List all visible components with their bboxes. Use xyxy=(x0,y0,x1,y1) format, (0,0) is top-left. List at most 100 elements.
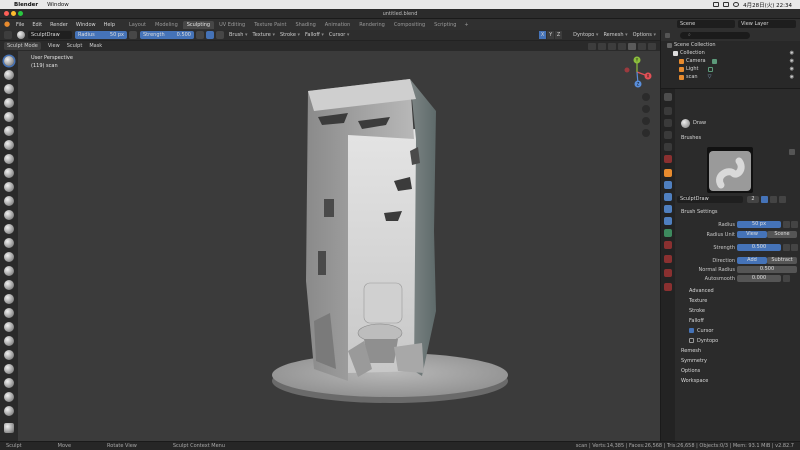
tab-layout[interactable]: Layout xyxy=(125,21,150,29)
tab-sculpting[interactable]: Sculpting xyxy=(182,20,215,29)
tool-lasso-mask-icon[interactable] xyxy=(4,378,14,388)
section-dyntopo[interactable]: Dyntopo xyxy=(697,338,718,344)
tool-inflate-icon[interactable] xyxy=(4,112,14,122)
tool-scrape-icon[interactable] xyxy=(4,196,14,206)
menu-view[interactable]: View xyxy=(48,43,60,49)
tool-slide-relax-icon[interactable] xyxy=(4,322,14,332)
brush-datablock-field[interactable]: SculptDraw xyxy=(677,196,743,203)
section-options[interactable]: Options xyxy=(681,368,700,374)
autosmooth-pressure-icon[interactable] xyxy=(783,275,790,282)
tab-uv-editing[interactable]: UV Editing xyxy=(215,21,249,29)
tab-rendering[interactable]: Rendering xyxy=(355,21,389,29)
tool-draw-icon[interactable] xyxy=(4,56,14,66)
radius-slider[interactable]: Radius 50 px xyxy=(75,31,127,39)
strength-slider[interactable]: Strength 0.500 xyxy=(140,31,194,39)
cursor-dropdown[interactable]: Cursor xyxy=(329,32,350,38)
outliner-row-light[interactable]: Light ◉ xyxy=(661,65,800,73)
3d-viewport[interactable]: User Perspective (119) scan Y X Z xyxy=(18,51,660,441)
prop-autosmooth-field[interactable]: 0.000 xyxy=(737,275,781,282)
subpanel-cursor[interactable]: Cursor xyxy=(697,328,713,334)
world-tab-icon[interactable] xyxy=(664,155,672,163)
section-symmetry[interactable]: Symmetry xyxy=(681,358,707,364)
object-tab-icon[interactable] xyxy=(664,169,672,177)
brush-settings-panel-header[interactable]: Brush Settings xyxy=(681,209,718,215)
stroke-dropdown[interactable]: Stroke xyxy=(280,32,300,38)
subpanel-falloff[interactable]: Falloff xyxy=(689,318,704,324)
strength-pressure-icon[interactable] xyxy=(196,31,204,39)
brush-texture-tab-icon[interactable] xyxy=(664,283,672,291)
tool-clay-strips-icon[interactable] xyxy=(4,84,14,94)
cursor-checkbox[interactable] xyxy=(689,328,694,333)
visibility-eye-icon[interactable]: ◉ xyxy=(790,66,794,72)
brush-preview[interactable] xyxy=(707,147,753,193)
radius-unit-view-button[interactable]: View xyxy=(737,231,767,238)
prop-strength-field[interactable]: 0.500 xyxy=(737,244,781,251)
tool-pinch-icon[interactable] xyxy=(4,210,14,220)
tool-rotate-icon[interactable] xyxy=(4,308,14,318)
radius-pressure-icon[interactable] xyxy=(783,221,790,228)
strength-pressure-icon[interactable] xyxy=(783,244,790,251)
pan-hand-icon[interactable] xyxy=(642,105,650,113)
tool-fill-icon[interactable] xyxy=(4,182,14,192)
tab-animation[interactable]: Animation xyxy=(321,21,355,29)
brush-thumbnail-icon[interactable] xyxy=(17,31,25,39)
show-gizmo-icon[interactable] xyxy=(588,42,596,50)
tool-pose-icon[interactable] xyxy=(4,280,14,290)
outliner-row-collection[interactable]: Collection ◉ xyxy=(661,49,800,57)
scene-selector[interactable]: Scene xyxy=(677,20,735,28)
tool-grab-icon[interactable] xyxy=(4,224,14,234)
clock[interactable]: 4月28日(火) 22:34 xyxy=(743,1,792,9)
tool-snake-hook-icon[interactable] xyxy=(4,252,14,262)
brush-list-scroll-icon[interactable] xyxy=(789,149,795,155)
editor-type-icon[interactable] xyxy=(4,31,12,39)
duplicate-brush-icon[interactable] xyxy=(770,196,777,203)
physics-tab-icon[interactable] xyxy=(664,205,672,213)
rendered-shading-icon[interactable] xyxy=(648,42,656,50)
texture-extra-tab-icon[interactable] xyxy=(664,269,672,277)
remesh-dropdown[interactable]: Remesh xyxy=(603,32,627,38)
tool-box-hide-icon[interactable] xyxy=(4,392,14,402)
data-tab-icon[interactable] xyxy=(664,229,672,237)
visibility-eye-icon[interactable]: ◉ xyxy=(790,50,794,56)
menu-edit[interactable]: Edit xyxy=(32,22,42,28)
unlink-brush-icon[interactable] xyxy=(779,196,786,203)
tool-nudge-icon[interactable] xyxy=(4,294,14,304)
tab-shading[interactable]: Shading xyxy=(291,21,319,29)
menu-help[interactable]: Help xyxy=(104,22,115,28)
wifi-icon[interactable] xyxy=(713,2,720,7)
xray-icon[interactable] xyxy=(608,42,616,50)
tool-smooth-icon[interactable] xyxy=(4,154,14,164)
direction-subtract-button[interactable] xyxy=(216,31,224,39)
outliner-scene-collection[interactable]: Scene Collection xyxy=(661,41,800,49)
tab-modeling[interactable]: Modeling xyxy=(151,21,182,29)
app-menu-window[interactable]: Window xyxy=(47,2,69,8)
strength-pin-icon[interactable] xyxy=(791,244,798,251)
symmetry-z-toggle[interactable]: Z xyxy=(555,31,563,39)
brushes-panel-header[interactable]: Brushes xyxy=(681,135,701,141)
zoom-icon[interactable] xyxy=(642,93,650,101)
ortho-grid-icon[interactable] xyxy=(642,129,650,137)
outliner-search-input[interactable]: ⌕ xyxy=(680,32,750,39)
output-tab-icon[interactable] xyxy=(664,119,672,127)
direction-subtract-button[interactable]: Subtract xyxy=(767,257,797,264)
material-tab-icon[interactable] xyxy=(664,241,672,249)
visibility-eye-icon[interactable]: ◉ xyxy=(790,58,794,64)
subpanel-stroke[interactable]: Stroke xyxy=(689,308,705,314)
tool-simplify-icon[interactable] xyxy=(4,336,14,346)
fake-user-icon[interactable] xyxy=(761,196,768,203)
battery-icon[interactable] xyxy=(723,2,730,7)
scene-tab-icon[interactable] xyxy=(664,143,672,151)
tool-blob-icon[interactable] xyxy=(4,126,14,136)
menu-file[interactable]: File xyxy=(16,22,24,28)
overlays-icon[interactable] xyxy=(598,42,606,50)
tab-scripting[interactable]: Scripting xyxy=(430,21,460,29)
brush-dropdown[interactable]: Brush xyxy=(229,32,248,38)
dyntopo-dropdown[interactable]: Dyntopo xyxy=(573,32,598,38)
falloff-dropdown[interactable]: Falloff xyxy=(305,32,324,38)
menu-window[interactable]: Window xyxy=(76,22,96,28)
scan-mesh[interactable] xyxy=(18,51,660,441)
tool-mesh-filter-icon[interactable] xyxy=(4,406,14,416)
view-layer-tab-icon[interactable] xyxy=(664,131,672,139)
section-remesh[interactable]: Remesh xyxy=(681,348,701,354)
brush-users-count[interactable]: 2 xyxy=(747,196,759,203)
